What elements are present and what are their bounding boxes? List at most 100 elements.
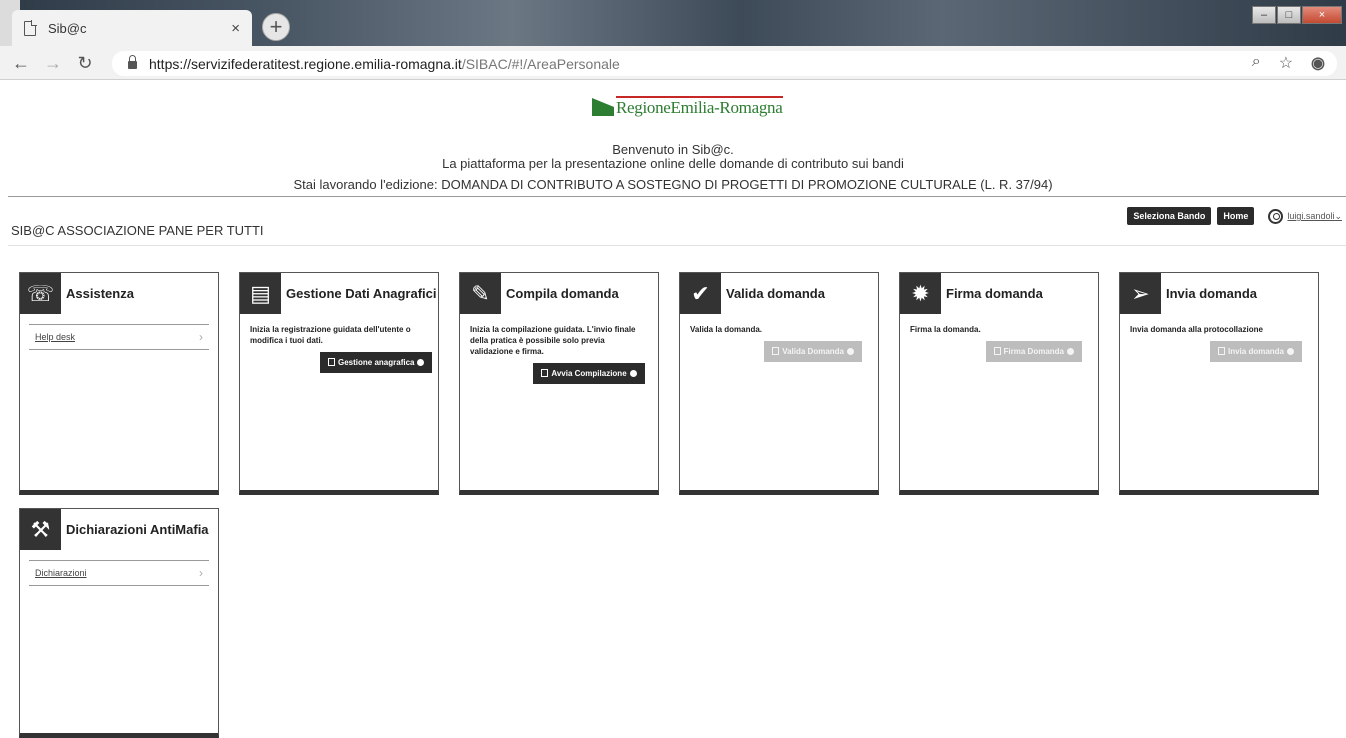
top-actions: Seleziona Bando Home luigi.sandoli ⌄ bbox=[1121, 207, 1342, 225]
window-controls: – □ × bbox=[1251, 6, 1342, 24]
forward-icon[interactable]: → bbox=[42, 52, 64, 74]
gavel-icon: ⚒ bbox=[20, 509, 61, 550]
arrow-circle-icon bbox=[1287, 348, 1294, 355]
button-wrap: Invia domanda bbox=[1130, 341, 1308, 362]
dichiarazioni-link[interactable]: Dichiarazioni bbox=[35, 568, 87, 578]
page-icon bbox=[24, 20, 37, 36]
card-title: Valida domanda bbox=[726, 286, 825, 301]
address-bar: ← → ↻ https://servizifederatitest.region… bbox=[0, 46, 1346, 80]
arrow-circle-icon bbox=[629, 370, 637, 377]
card-body: Inizia la compilazione guidata. L'invio … bbox=[460, 314, 658, 394]
help-desk-row[interactable]: Help desk › bbox=[29, 324, 209, 350]
card-body: Invia domanda alla protocollazione Invia… bbox=[1120, 314, 1318, 372]
url-path: /SIBAC/#!/AreaPersonale bbox=[461, 55, 620, 72]
card-text: Inizia la registrazione guidata dell'ute… bbox=[250, 325, 411, 345]
card-header: ✹ Firma domanda bbox=[900, 273, 1098, 314]
profile-icon[interactable]: ◉ bbox=[1311, 53, 1325, 73]
bookmark-star-icon[interactable]: ☆ bbox=[1279, 53, 1293, 73]
card-body: Valida la domanda. Valida Domanda bbox=[680, 314, 878, 372]
arrow-circle-icon bbox=[417, 359, 425, 366]
card-gestione-anagrafici: ▤ Gestione Dati Anagrafici Inizia la reg… bbox=[239, 272, 439, 495]
card-body: Inizia la registrazione guidata dell'ute… bbox=[240, 314, 438, 383]
back-icon[interactable]: ← bbox=[10, 52, 32, 74]
gestione-anagrafica-button[interactable]: Gestione anagrafica bbox=[320, 352, 433, 373]
new-tab-button[interactable]: + bbox=[262, 13, 290, 41]
user-icon bbox=[1268, 208, 1284, 224]
card-firma-domanda: ✹ Firma domanda Firma la domanda. Firma … bbox=[899, 272, 1099, 495]
maximize-button[interactable]: □ bbox=[1277, 6, 1301, 24]
seal-icon: ✹ bbox=[900, 273, 941, 314]
send-icon: ➢ bbox=[1120, 273, 1161, 314]
support-agent-icon: ☏ bbox=[20, 273, 61, 314]
button-wrap: Avvia Compilazione bbox=[470, 363, 648, 384]
card-header: ▤ Gestione Dati Anagrafici bbox=[240, 273, 438, 314]
welcome-line-1: Benvenuto in Sib@c. bbox=[612, 142, 734, 157]
card-text: Invia domanda alla protocollazione bbox=[1130, 325, 1263, 334]
home-button[interactable]: Home bbox=[1217, 207, 1255, 225]
user-name: luigi.sandoli bbox=[1287, 211, 1335, 221]
address-bar-actions: ⌕ ☆ ◉ bbox=[1252, 53, 1325, 73]
window-close-button[interactable]: × bbox=[1302, 6, 1342, 24]
chevron-down-icon: ⌄ bbox=[1334, 210, 1342, 221]
close-tab-icon[interactable]: × bbox=[231, 20, 240, 37]
welcome-line-2: La piattaforma per la presentazione onli… bbox=[442, 156, 904, 171]
arrow-circle-icon bbox=[1067, 348, 1074, 355]
document-icon bbox=[1217, 347, 1225, 355]
button-label: Invia domanda bbox=[1227, 347, 1284, 356]
button-label: Valida Domanda bbox=[782, 347, 844, 356]
reload-icon[interactable]: ↻ bbox=[74, 52, 96, 74]
card-title: Compila domanda bbox=[506, 286, 619, 301]
url-field[interactable]: https://servizifederatitest.regione.emil… bbox=[112, 51, 1337, 76]
minimize-button[interactable]: – bbox=[1252, 6, 1276, 24]
card-valida-domanda: ✔ Valida domanda Valida la domanda. Vali… bbox=[679, 272, 879, 495]
card-title: Invia domanda bbox=[1166, 286, 1258, 301]
url-host: https://servizifederatitest.regione.emil… bbox=[149, 55, 462, 72]
document-icon bbox=[541, 369, 549, 377]
card-invia-domanda: ➢ Invia domanda Invia domanda alla proto… bbox=[1119, 272, 1319, 495]
firma-domanda-button[interactable]: Firma Domanda bbox=[985, 341, 1082, 362]
document-icon bbox=[993, 347, 1001, 355]
card-text: Inizia la compilazione guidata. L'invio … bbox=[470, 325, 636, 356]
user-menu[interactable]: luigi.sandoli ⌄ bbox=[1268, 208, 1342, 224]
chevron-right-icon: › bbox=[199, 330, 203, 344]
button-wrap: Valida Domanda bbox=[690, 341, 868, 362]
checkmark-icon: ✔ bbox=[680, 273, 721, 314]
edition-line: Stai lavorando l'edizione: DOMANDA DI CO… bbox=[293, 177, 1053, 192]
arrow-circle-icon bbox=[847, 348, 854, 355]
dichiarazioni-row[interactable]: Dichiarazioni › bbox=[29, 560, 209, 586]
region-logo: RegioneEmilia-Romagna bbox=[592, 96, 783, 118]
button-label: Avvia Compilazione bbox=[551, 369, 627, 378]
card-assistenza: ☏ Assistenza Help desk › bbox=[19, 272, 219, 495]
card-title: Dichiarazioni AntiMafia bbox=[66, 522, 209, 537]
card-title: Firma domanda bbox=[946, 286, 1043, 301]
button-label: Firma Domanda bbox=[1003, 347, 1064, 356]
edit-icon: ✎ bbox=[460, 273, 501, 314]
zoom-icon[interactable]: ⌕ bbox=[1252, 53, 1261, 73]
browser-tab-strip: Sib@c × + – □ × bbox=[0, 0, 1346, 46]
help-desk-link[interactable]: Help desk bbox=[35, 332, 75, 342]
logo-mark bbox=[592, 98, 614, 116]
avvia-compilazione-button[interactable]: Avvia Compilazione bbox=[533, 363, 645, 384]
header-divider bbox=[8, 196, 1346, 197]
card-compila-domanda: ✎ Compila domanda Inizia la compilazione… bbox=[459, 272, 659, 495]
card-title: Gestione Dati Anagrafici bbox=[286, 286, 437, 301]
card-header: ✔ Valida domanda bbox=[680, 273, 878, 314]
button-wrap: Gestione anagrafica bbox=[250, 352, 433, 373]
id-card-icon: ▤ bbox=[240, 273, 281, 314]
lock-icon bbox=[128, 55, 137, 69]
card-header: ☏ Assistenza bbox=[20, 273, 218, 314]
card-body: Firma la domanda. Firma Domanda bbox=[900, 314, 1098, 372]
welcome-message: Benvenuto in Sib@c. La piattaforma per l… bbox=[0, 143, 1346, 171]
invia-domanda-button[interactable]: Invia domanda bbox=[1209, 341, 1302, 362]
select-bando-button[interactable]: Seleziona Bando bbox=[1127, 207, 1212, 225]
button-wrap: Firma Domanda bbox=[910, 341, 1088, 362]
card-header: ⚒ Dichiarazioni AntiMafia bbox=[20, 509, 218, 550]
browser-tab[interactable]: Sib@c × bbox=[12, 10, 252, 46]
toolbar-divider bbox=[8, 245, 1346, 246]
card-text: Firma la domanda. bbox=[910, 325, 981, 334]
valida-domanda-button[interactable]: Valida Domanda bbox=[764, 341, 862, 362]
card-title: Assistenza bbox=[66, 286, 134, 301]
card-header: ✎ Compila domanda bbox=[460, 273, 658, 314]
chevron-right-icon: › bbox=[199, 566, 203, 580]
document-icon bbox=[328, 358, 335, 366]
